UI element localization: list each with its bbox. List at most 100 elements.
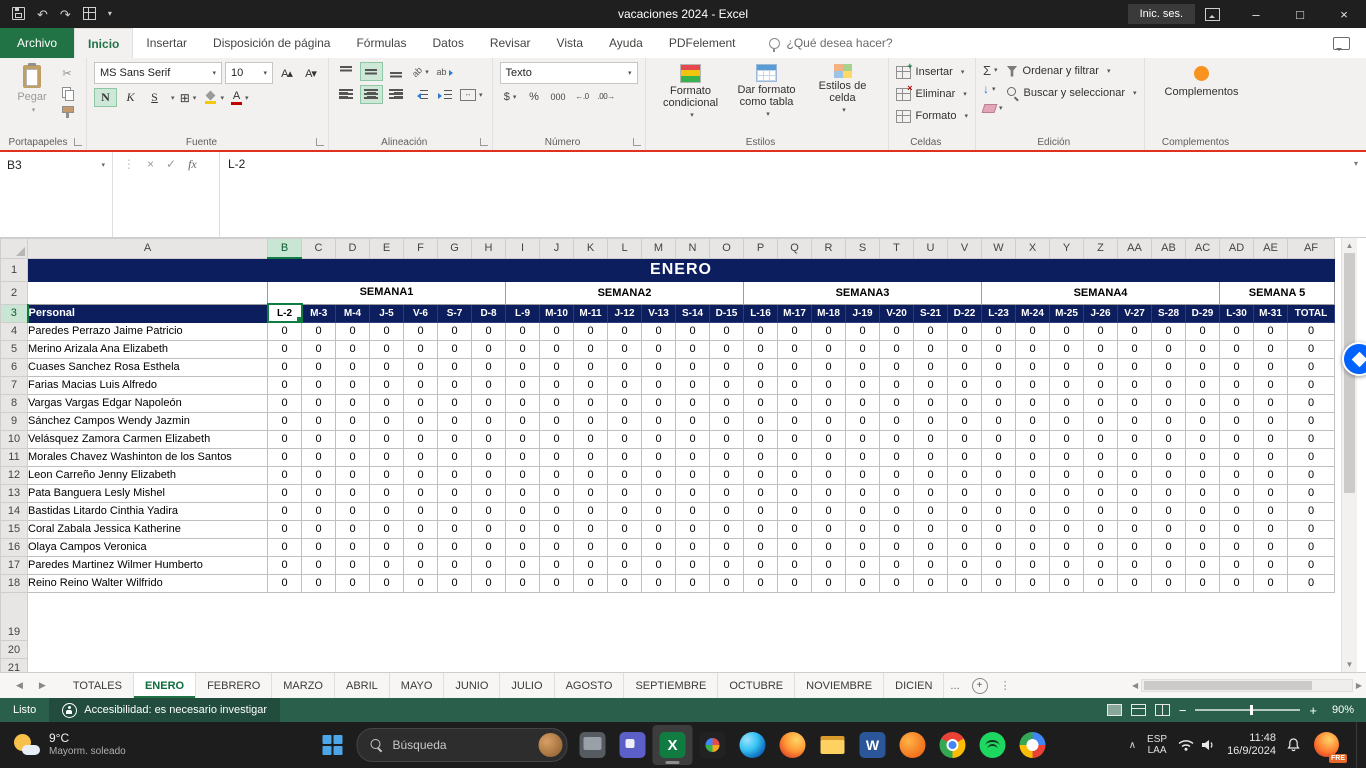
value-cell[interactable]: 0 (744, 412, 778, 430)
value-cell[interactable]: 0 (608, 376, 642, 394)
value-cell[interactable]: 0 (1288, 358, 1335, 376)
number-format-select[interactable]: Texto▾ (500, 62, 638, 84)
value-cell[interactable]: 0 (302, 466, 336, 484)
value-cell[interactable]: 0 (506, 376, 540, 394)
insert-function-button[interactable]: fx (188, 157, 197, 171)
value-cell[interactable]: 0 (710, 430, 744, 448)
value-cell[interactable]: 0 (914, 430, 948, 448)
selected-cell-l-2[interactable]: L-2 (268, 304, 302, 322)
value-cell[interactable]: 0 (574, 556, 608, 574)
align-right-button[interactable] (386, 86, 407, 103)
value-cell[interactable]: 0 (778, 484, 812, 502)
value-cell[interactable]: 0 (676, 340, 710, 358)
value-cell[interactable]: 0 (370, 520, 404, 538)
day-header-l-23[interactable]: L-23 (982, 304, 1016, 322)
currency-format-button[interactable]: $▾ (500, 88, 521, 105)
row-header-19[interactable]: 19 (1, 592, 28, 640)
weather-widget[interactable]: 9°C Mayorm. soleado (0, 732, 138, 758)
day-header-d-15[interactable]: D-15 (710, 304, 744, 322)
value-cell[interactable]: 0 (642, 358, 676, 376)
column-header-e[interactable]: E (370, 239, 404, 259)
shrink-font-button[interactable]: A▾ (300, 65, 321, 82)
word-taskbar-button[interactable] (853, 725, 893, 765)
value-cell[interactable]: 0 (608, 484, 642, 502)
format-cells-button[interactable]: Formato ▾ (896, 106, 968, 126)
ribbon-tab-disposicion-de-pagina[interactable]: Disposición de página (200, 28, 343, 58)
week-header-3[interactable]: SEMANA3 (744, 281, 982, 304)
orange-app-taskbar-button[interactable] (893, 725, 933, 765)
value-cell[interactable]: 0 (302, 358, 336, 376)
value-cell[interactable]: 0 (642, 340, 676, 358)
week-header-2[interactable]: SEMANA2 (506, 281, 744, 304)
sheet-tab-noviembre[interactable]: NOVIEMBRE (795, 673, 884, 698)
personnel-name[interactable]: Pata Banguera Lesly Mishel (28, 484, 268, 502)
value-cell[interactable]: 0 (1288, 520, 1335, 538)
row-header-14[interactable]: 14 (1, 502, 28, 520)
value-cell[interactable]: 0 (744, 466, 778, 484)
row-header-20[interactable]: 20 (1, 640, 28, 658)
value-cell[interactable]: 0 (982, 574, 1016, 592)
value-cell[interactable]: 0 (1016, 520, 1050, 538)
value-cell[interactable]: 0 (404, 502, 438, 520)
value-cell[interactable]: 0 (744, 394, 778, 412)
value-cell[interactable]: 0 (472, 322, 506, 340)
sheet-tab-enero[interactable]: ENERO (134, 673, 196, 698)
column-header-z[interactable]: Z (1084, 239, 1118, 259)
save-button[interactable] (12, 7, 25, 22)
value-cell[interactable]: 0 (812, 430, 846, 448)
personnel-name[interactable]: Olaya Campos Veronica (28, 538, 268, 556)
vertical-scrollbar[interactable]: ▲ ▼ (1341, 238, 1357, 672)
value-cell[interactable]: 0 (438, 448, 472, 466)
value-cell[interactable]: 0 (438, 322, 472, 340)
underline-button[interactable]: S (144, 89, 165, 106)
value-cell[interactable]: 0 (1016, 358, 1050, 376)
personnel-name[interactable]: Coral Zabala Jessica Katherine (28, 520, 268, 538)
day-header-d-29[interactable]: D-29 (1186, 304, 1220, 322)
value-cell[interactable]: 0 (744, 430, 778, 448)
value-cell[interactable]: 0 (1220, 466, 1254, 484)
value-cell[interactable]: 0 (880, 394, 914, 412)
value-cell[interactable]: 0 (1152, 430, 1186, 448)
value-cell[interactable]: 0 (506, 358, 540, 376)
value-cell[interactable]: 0 (778, 340, 812, 358)
scroll-up-icon[interactable]: ▲ (1346, 238, 1354, 253)
value-cell[interactable]: 0 (336, 340, 370, 358)
percent-format-button[interactable]: % (524, 88, 545, 105)
value-cell[interactable]: 0 (1084, 538, 1118, 556)
value-cell[interactable]: 0 (370, 340, 404, 358)
day-header-m-31[interactable]: M-31 (1254, 304, 1288, 322)
value-cell[interactable]: 0 (370, 538, 404, 556)
ribbon-tab-datos[interactable]: Datos (419, 28, 476, 58)
value-cell[interactable]: 0 (574, 430, 608, 448)
value-cell[interactable]: 0 (778, 358, 812, 376)
value-cell[interactable]: 0 (336, 322, 370, 340)
value-cell[interactable]: 0 (1152, 376, 1186, 394)
maximize-button[interactable]: □ (1278, 0, 1322, 28)
value-cell[interactable]: 0 (812, 466, 846, 484)
day-header-m-17[interactable]: M-17 (778, 304, 812, 322)
value-cell[interactable]: 0 (574, 466, 608, 484)
day-header-v-27[interactable]: V-27 (1118, 304, 1152, 322)
value-cell[interactable]: 0 (404, 412, 438, 430)
value-cell[interactable]: 0 (1186, 322, 1220, 340)
value-cell[interactable]: 0 (1152, 394, 1186, 412)
value-cell[interactable]: 0 (1118, 340, 1152, 358)
value-cell[interactable]: 0 (710, 520, 744, 538)
value-cell[interactable]: 0 (778, 538, 812, 556)
column-header-n[interactable]: N (676, 239, 710, 259)
value-cell[interactable]: 0 (370, 376, 404, 394)
value-cell[interactable]: 0 (540, 538, 574, 556)
value-cell[interactable]: 0 (1288, 574, 1335, 592)
value-cell[interactable]: 0 (710, 394, 744, 412)
value-cell[interactable]: 0 (982, 466, 1016, 484)
value-cell[interactable]: 0 (1152, 502, 1186, 520)
value-cell[interactable]: 0 (1288, 484, 1335, 502)
value-cell[interactable]: 0 (642, 430, 676, 448)
value-cell[interactable]: 0 (642, 322, 676, 340)
value-cell[interactable]: 0 (574, 574, 608, 592)
day-header-s-7[interactable]: S-7 (438, 304, 472, 322)
value-cell[interactable]: 0 (1084, 484, 1118, 502)
sort-filter-button[interactable]: Ordenar y filtrar ▾ (1007, 62, 1137, 80)
day-header-v-13[interactable]: V-13 (642, 304, 676, 322)
value-cell[interactable]: 0 (948, 412, 982, 430)
